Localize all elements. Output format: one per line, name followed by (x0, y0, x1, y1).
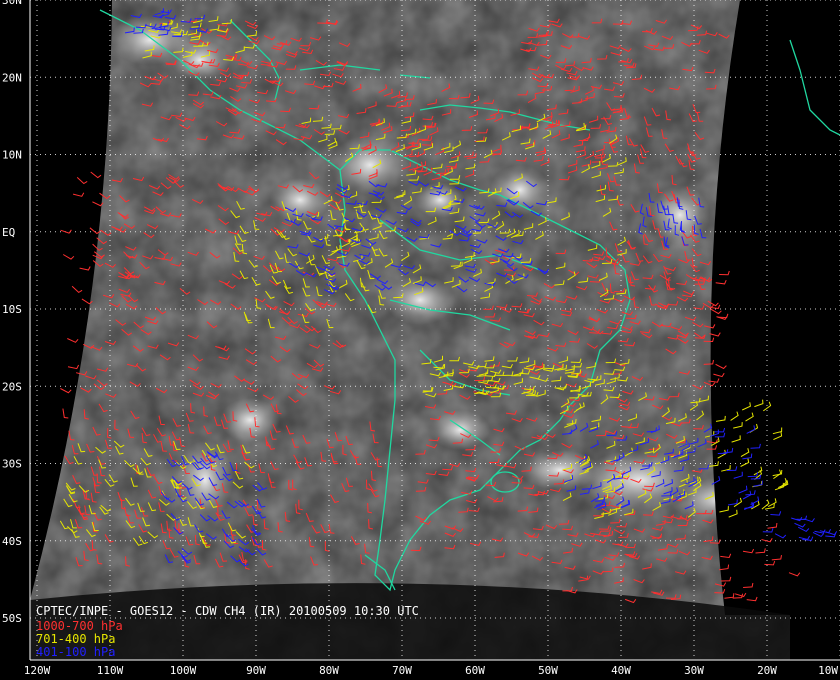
latitude-label: 10S (2, 303, 22, 316)
longitude-label: 60W (465, 664, 485, 677)
longitude-label: 90W (246, 664, 266, 677)
product-caption: CPTEC/INPE - GOES12 - CDW CH4 (IR) 20100… (36, 604, 419, 618)
latitude-label: 20N (2, 71, 22, 84)
pressure-legend: 1000-700 hPa701-400 hPa401-100 hPa (36, 619, 123, 659)
latitude-label: 30N (2, 0, 22, 7)
latitude-label: 20S (2, 380, 22, 393)
latitude-label: EQ (2, 226, 15, 239)
longitude-label: 120W (24, 664, 51, 677)
longitude-label: 30W (684, 664, 704, 677)
legend-entry: 701-400 hPa (36, 632, 115, 646)
cloud-area (270, 178, 330, 222)
longitude-label: 70W (392, 664, 412, 677)
cloud-area (430, 410, 490, 450)
latitude-label: 40S (2, 535, 22, 548)
longitude-label: 100W (170, 664, 197, 677)
longitude-label: 40W (611, 664, 631, 677)
cloud-area (490, 165, 550, 215)
legend-entry: 1000-700 hPa (36, 619, 123, 633)
satellite-wind-map: 30N 20N 10N EQ 10S 20S 30S 40S 50S 120W 110W 100W 9… (0, 0, 840, 680)
latitude-label: 50S (2, 612, 22, 625)
longitude-label: 20W (757, 664, 777, 677)
longitude-label: 80W (319, 664, 339, 677)
longitude-label: 50W (538, 664, 558, 677)
cloud-area (385, 275, 455, 325)
cloud-area (650, 185, 710, 245)
legend-entry: 401-100 hPa (36, 645, 115, 659)
longitude-label: 110W (97, 664, 124, 677)
latitude-label: 10N (2, 149, 22, 162)
latitude-label: 30S (2, 458, 22, 471)
longitude-label: 10W (818, 664, 838, 677)
